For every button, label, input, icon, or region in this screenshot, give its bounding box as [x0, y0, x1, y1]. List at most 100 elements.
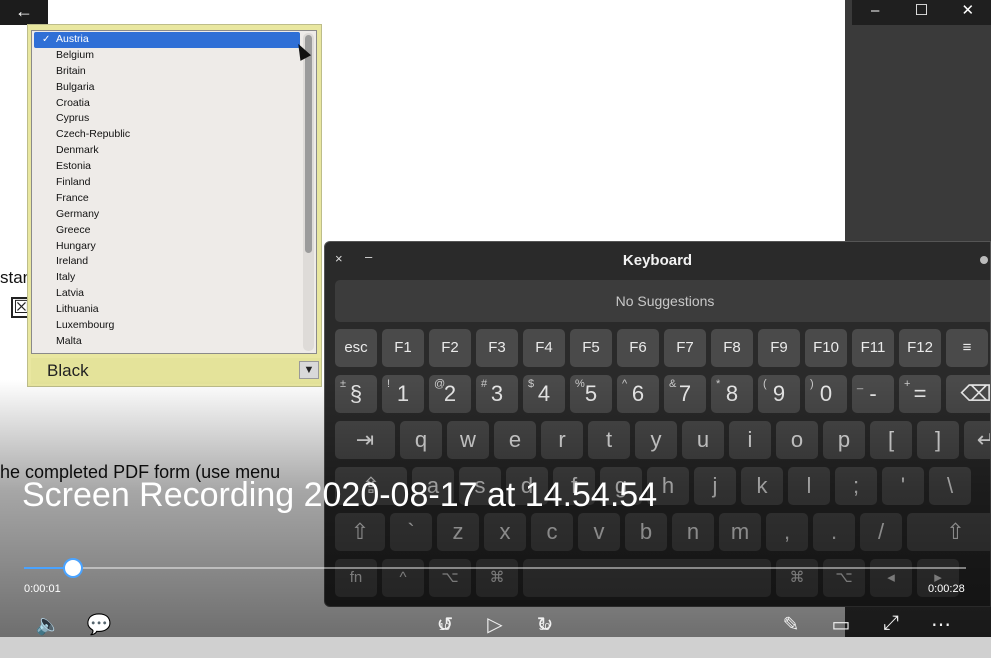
country-dropdown-list[interactable]: ✓ Austria Belgium Britain Bulgaria Croati…: [31, 30, 317, 354]
list-item[interactable]: Czech-Republic: [32, 127, 316, 143]
key[interactable]: o: [776, 421, 818, 459]
key[interactable]: 6 ^: [617, 375, 659, 413]
more-icon[interactable]: ⋯: [926, 612, 956, 637]
key[interactable]: x: [484, 513, 526, 551]
key[interactable]: v: [578, 513, 620, 551]
key[interactable]: ]: [917, 421, 959, 459]
key[interactable]: m: [719, 513, 761, 551]
key[interactable]: F1: [382, 329, 424, 367]
play-icon[interactable]: ▷: [480, 612, 510, 637]
key[interactable]: [: [870, 421, 912, 459]
key[interactable]: 7 &: [664, 375, 706, 413]
rewind-10-button[interactable]: ↺ 10: [430, 612, 460, 637]
key[interactable]: F7: [664, 329, 706, 367]
key[interactable]: i: [729, 421, 771, 459]
key[interactable]: ;: [835, 467, 877, 505]
key[interactable]: k: [741, 467, 783, 505]
key[interactable]: ⌘: [776, 559, 818, 597]
key[interactable]: q: [400, 421, 442, 459]
list-item[interactable]: Cyprus: [32, 111, 316, 127]
key[interactable]: 5%: [570, 375, 612, 413]
key[interactable]: [523, 559, 771, 597]
key[interactable]: t: [588, 421, 630, 459]
seek-bar[interactable]: [24, 558, 966, 578]
key[interactable]: ≡: [946, 329, 988, 367]
list-item[interactable]: Hungary: [32, 239, 316, 255]
key[interactable]: F4: [523, 329, 565, 367]
fullscreen-icon[interactable]: ⤢: [876, 612, 906, 635]
key[interactable]: .: [813, 513, 855, 551]
key[interactable]: r: [541, 421, 583, 459]
key[interactable]: 3 #: [476, 375, 518, 413]
key[interactable]: j: [694, 467, 736, 505]
key[interactable]: z: [437, 513, 479, 551]
captions-icon[interactable]: 💬: [84, 612, 114, 637]
key[interactable]: 0): [805, 375, 847, 413]
list-item[interactable]: Bulgaria: [32, 80, 316, 96]
key[interactable]: = +: [899, 375, 941, 413]
list-item-selected[interactable]: ✓ Austria: [34, 32, 300, 48]
list-item[interactable]: Belgium: [32, 48, 316, 64]
key[interactable]: fn: [335, 559, 377, 597]
list-item[interactable]: Denmark: [32, 143, 316, 159]
key[interactable]: 4 $: [523, 375, 565, 413]
key[interactable]: ◂: [870, 559, 912, 597]
list-item[interactable]: Malta: [32, 334, 316, 350]
minimize-icon[interactable]: –: [852, 0, 898, 25]
key[interactable]: F10: [805, 329, 847, 367]
miniview-icon[interactable]: ▭: [826, 612, 856, 637]
key[interactable]: /: [860, 513, 902, 551]
key[interactable]: F11: [852, 329, 894, 367]
key[interactable]: l: [788, 467, 830, 505]
list-item[interactable]: Estonia: [32, 159, 316, 175]
list-item[interactable]: Germany: [32, 207, 316, 223]
key[interactable]: F3: [476, 329, 518, 367]
back-button[interactable]: ←: [0, 0, 48, 25]
key[interactable]: 1!: [382, 375, 424, 413]
key[interactable]: `: [390, 513, 432, 551]
key[interactable]: e: [494, 421, 536, 459]
key[interactable]: \: [929, 467, 971, 505]
key[interactable]: - _: [852, 375, 894, 413]
list-item[interactable]: Italy: [32, 270, 316, 286]
key[interactable]: 8 *: [711, 375, 753, 413]
key[interactable]: F12: [899, 329, 941, 367]
key[interactable]: ⇥: [335, 421, 395, 459]
key[interactable]: b: [625, 513, 667, 551]
volume-icon[interactable]: 🔈: [33, 612, 63, 637]
key[interactable]: w: [447, 421, 489, 459]
list-item[interactable]: Greece: [32, 223, 316, 239]
color-select[interactable]: Black ▼: [31, 358, 321, 384]
options-icon[interactable]: [980, 256, 988, 264]
key[interactable]: F6: [617, 329, 659, 367]
key[interactable]: p: [823, 421, 865, 459]
key[interactable]: ⌥: [823, 559, 865, 597]
key[interactable]: u: [682, 421, 724, 459]
key[interactable]: ⌘: [476, 559, 518, 597]
suggestions-bar[interactable]: No Suggestions: [335, 280, 990, 322]
key[interactable]: F5: [570, 329, 612, 367]
key[interactable]: y: [635, 421, 677, 459]
key[interactable]: 2 @: [429, 375, 471, 413]
seek-thumb[interactable]: [62, 558, 83, 578]
key[interactable]: ⌥: [429, 559, 471, 597]
list-item[interactable]: Lithuania: [32, 302, 316, 318]
chevron-down-icon[interactable]: ▼: [299, 361, 319, 379]
list-item[interactable]: Latvia: [32, 286, 316, 302]
key[interactable]: ⌫: [946, 375, 990, 413]
key[interactable]: c: [531, 513, 573, 551]
list-item[interactable]: Finland: [32, 175, 316, 191]
key[interactable]: ': [882, 467, 924, 505]
list-item[interactable]: Britain: [32, 64, 316, 80]
key[interactable]: 9(: [758, 375, 800, 413]
key[interactable]: F2: [429, 329, 471, 367]
maximize-icon[interactable]: ☐: [898, 0, 944, 25]
key[interactable]: ^: [382, 559, 424, 597]
list-item[interactable]: Ireland: [32, 254, 316, 270]
key[interactable]: esc: [335, 329, 377, 367]
key[interactable]: ⇧: [907, 513, 990, 551]
key[interactable]: § ±: [335, 375, 377, 413]
pen-icon[interactable]: ✎: [776, 612, 806, 637]
key[interactable]: F9: [758, 329, 800, 367]
forward-30-button[interactable]: ↻ 30: [530, 612, 560, 637]
